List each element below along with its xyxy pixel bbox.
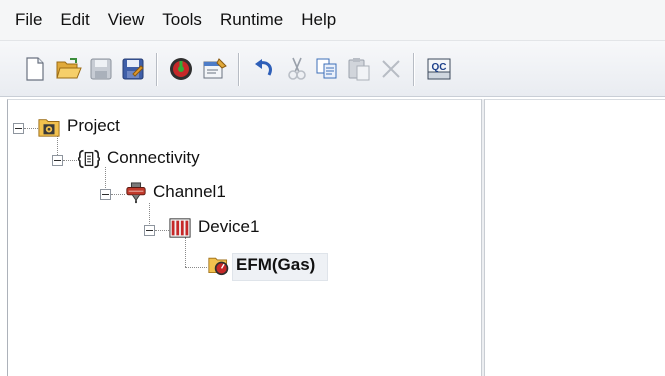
quick-client-icon: QC	[427, 58, 451, 80]
tree-node-project[interactable]: Project	[67, 116, 120, 136]
tree-node-channel1[interactable]: Channel1	[153, 182, 226, 202]
detail-view	[485, 99, 665, 376]
toolbar-separator	[156, 53, 157, 86]
properties-button[interactable]	[200, 54, 230, 84]
menu-tools[interactable]: Tools	[153, 5, 211, 35]
menu-runtime[interactable]: Runtime	[211, 5, 292, 35]
tree-connector	[185, 237, 186, 267]
tree-connector	[24, 128, 38, 129]
copy-icon	[316, 58, 337, 79]
device-icon	[169, 218, 191, 238]
new-project-button[interactable]	[20, 54, 50, 84]
channel-expander[interactable]	[100, 189, 111, 200]
tree-node-connectivity[interactable]: Connectivity	[107, 148, 200, 168]
toolbar-separator	[413, 53, 414, 86]
project-folder-icon	[38, 119, 60, 137]
tree-connector	[111, 194, 125, 195]
connectivity-expander[interactable]	[52, 155, 63, 166]
new-project-icon	[26, 57, 44, 81]
toolbar: QC	[0, 41, 665, 97]
undo-button[interactable]	[250, 54, 280, 84]
efm-gas-meter-icon	[208, 257, 229, 276]
copy-button[interactable]	[312, 54, 342, 84]
open-folder-icon	[56, 58, 82, 79]
project-tree: Project Connectivity Channel1 Device1 EF…	[7, 99, 481, 376]
tree-connector	[63, 160, 77, 161]
open-button[interactable]	[54, 54, 84, 84]
save-as-icon	[122, 58, 144, 80]
connect-runtime-button[interactable]	[166, 54, 196, 84]
delete-button[interactable]	[376, 54, 406, 84]
cut-icon	[288, 57, 306, 80]
toolbar-separator	[238, 53, 239, 86]
tree-connector	[155, 230, 169, 231]
tree-node-device1[interactable]: Device1	[198, 217, 259, 237]
paste-button[interactable]	[344, 54, 374, 84]
channel-icon	[126, 182, 146, 204]
connect-runtime-icon	[170, 58, 192, 80]
properties-icon	[203, 58, 227, 79]
menu-bar: File Edit View Tools Runtime Help	[0, 0, 665, 41]
tree-connector	[185, 267, 207, 268]
delete-icon	[382, 60, 400, 78]
save-as-button[interactable]	[118, 54, 148, 84]
quick-client-label: QC	[432, 62, 447, 73]
connectivity-icon	[78, 149, 100, 169]
quick-client-button[interactable]: QC	[424, 54, 454, 84]
save-icon	[90, 58, 112, 80]
cut-button[interactable]	[282, 54, 312, 84]
menu-help[interactable]: Help	[292, 5, 345, 35]
menu-edit[interactable]: Edit	[51, 5, 98, 35]
menu-view[interactable]: View	[99, 5, 154, 35]
device-expander[interactable]	[144, 225, 155, 236]
save-button[interactable]	[86, 54, 116, 84]
paste-icon	[348, 58, 370, 81]
project-expander[interactable]	[13, 123, 24, 134]
undo-icon	[255, 59, 272, 76]
tree-node-efm-gas[interactable]: EFM(Gas)	[236, 255, 315, 275]
menu-file[interactable]: File	[6, 5, 51, 35]
